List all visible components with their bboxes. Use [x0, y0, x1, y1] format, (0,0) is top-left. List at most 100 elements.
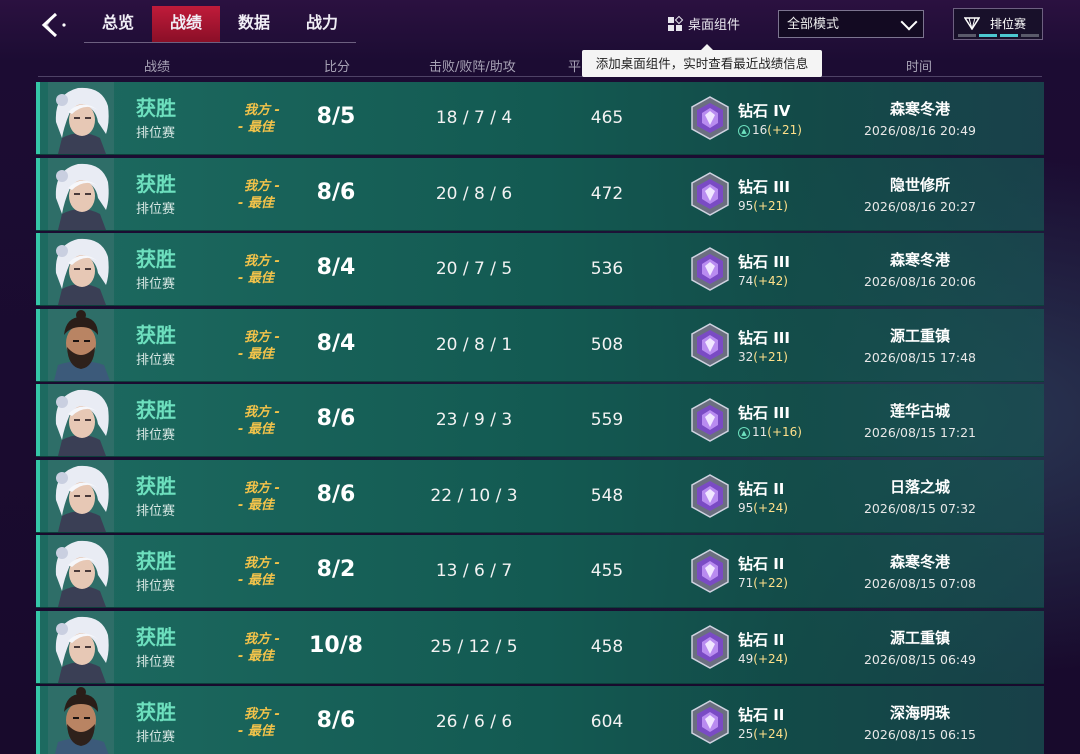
mvp-badge: 我方 -- 最佳: [238, 706, 298, 740]
match-score: 8/6: [316, 406, 356, 431]
points-delta: (+22): [753, 576, 788, 590]
mvp-line1: 我方 -: [244, 480, 280, 496]
match-avg: 455: [590, 561, 624, 581]
match-type: 排位赛: [136, 654, 176, 670]
match-row[interactable]: 获胜 排位赛 我方 -- 最佳 8/6 20 / 8 / 6 472 钻石 III 95(+2…: [36, 157, 1044, 231]
tab-overview[interactable]: 总览: [84, 6, 152, 42]
match-score: 8/2: [316, 557, 356, 582]
match-result: 获胜: [136, 624, 176, 649]
match-avg: 465: [590, 108, 624, 128]
match-avg: 458: [590, 636, 624, 657]
points-value: 16: [752, 123, 768, 137]
tab-records[interactable]: 战绩: [152, 6, 220, 42]
match-time: 2026/08/15 06:15: [863, 727, 977, 742]
back-arrow-icon[interactable]: [36, 10, 72, 40]
mvp-line1: 我方 -: [244, 254, 280, 269]
points-value: 49: [738, 651, 754, 666]
match-result: 获胜: [136, 398, 176, 422]
points-delta: (+24): [753, 651, 788, 666]
points-delta: (+24): [753, 500, 788, 515]
tab-power[interactable]: 战力: [288, 6, 356, 42]
match-row[interactable]: 获胜 排位赛 我方 - - 最佳 8/4 20 / 7 / 5 536 钻石 III 74(+4…: [36, 233, 1044, 306]
map-name: 森寒冬港: [889, 553, 950, 571]
mode-select-value: 全部模式: [787, 17, 840, 32]
match-kda: 25 / 12 / 5: [430, 636, 518, 657]
rank-tier: 钻石 II: [738, 555, 785, 573]
match-avg: 559: [590, 410, 624, 430]
match-score: 8/5: [316, 104, 356, 129]
match-row[interactable]: 获胜 排位赛 我方 -- 最佳 8/6 22 / 10 / 3 548 钻石 II 95(+2…: [36, 459, 1044, 533]
mvp-line2: - 最佳: [238, 648, 274, 664]
rank-tier: 钻石 IV: [738, 102, 791, 120]
ranked-mode-label: 排位赛: [990, 17, 1027, 31]
match-row[interactable]: 获胜 排位赛 我方 - - 最佳 8/6 26 / 6 / 6 604 钻石 II 25(+24…: [36, 686, 1044, 754]
mvp-line2: - 最佳: [238, 346, 274, 362]
col-record: 战绩: [144, 60, 171, 75]
widget-tooltip: 添加桌面组件，实时查看最近战绩信息: [582, 50, 822, 77]
mvp-line2: - 最佳: [238, 497, 274, 513]
mvp-line1: 我方 -: [244, 178, 280, 194]
rank-tier: 钻石 III: [738, 253, 790, 271]
points-value: 95: [738, 500, 754, 515]
match-row[interactable]: 获胜 排位赛 我方 - - 最佳 8/6 23 / 9 / 3 559 钻石 III ▲ 11(+…: [36, 384, 1044, 457]
match-type: 排位赛: [136, 277, 176, 292]
rank-points: 95(+21): [738, 199, 788, 213]
match-avg: 536: [590, 259, 624, 279]
points-delta: (+21): [753, 349, 788, 364]
map-name: 深海明珠: [889, 704, 950, 722]
mvp-badge: 我方 -- 最佳: [238, 631, 298, 665]
match-row[interactable]: 获胜 排位赛 我方 - - 最佳 8/5 18 / 7 / 4 465 钻石 IV ▲ 16(+2…: [36, 82, 1044, 155]
match-time: 2026/08/15 07:32: [863, 500, 977, 516]
rank-tier: 钻石 III: [738, 404, 790, 422]
mvp-line1: 我方 -: [244, 103, 280, 118]
match-result: 获胜: [136, 96, 176, 120]
rank-points: 74(+42): [738, 274, 788, 288]
rank-badge-icon: [690, 96, 730, 140]
mvp-badge: 我方 -- 最佳: [238, 253, 298, 287]
rank-points: 71(+22): [738, 576, 788, 590]
rank-points: 95(+24): [738, 501, 788, 515]
hero-avatar: [48, 157, 114, 230]
mode-select[interactable]: 全部模式: [778, 10, 924, 38]
map-name: 莲华古城: [889, 402, 950, 420]
hero-avatar: [48, 686, 114, 754]
mvp-line1: 我方 -: [244, 707, 280, 722]
match-time: 2026/08/15 06:49: [863, 651, 977, 667]
promotion-icon: ▲: [738, 125, 750, 137]
row-accent: [36, 535, 40, 607]
match-kda: 22 / 10 / 3: [430, 485, 518, 506]
match-kda: 20 / 7 / 5: [435, 259, 513, 279]
match-result: 获胜: [136, 171, 176, 196]
match-score: 8/6: [316, 708, 356, 733]
points-value: 11: [752, 425, 768, 439]
mvp-badge: 我方 -- 最佳: [238, 102, 298, 136]
match-type: 排位赛: [136, 730, 176, 745]
mvp-line2: - 最佳: [238, 195, 274, 211]
row-accent: [36, 308, 40, 381]
match-kda: 26 / 6 / 6: [435, 712, 513, 732]
match-kda: 13 / 6 / 7: [435, 561, 513, 581]
hero-avatar: [48, 308, 114, 381]
rank-badge-icon: [690, 247, 730, 291]
match-time: 2026/08/15 17:48: [863, 349, 977, 365]
mvp-badge: 我方 -- 最佳: [238, 178, 298, 212]
desktop-widget-button[interactable]: 桌面组件: [668, 14, 740, 33]
chevron-down-icon: [900, 13, 918, 31]
rank-tier: 钻石 II: [738, 630, 785, 649]
points-delta: (+16): [767, 425, 802, 439]
match-row[interactable]: 获胜 排位赛 我方 -- 最佳 10/8 25 / 12 / 5 458 钻石 II 49(+…: [36, 610, 1044, 684]
match-type: 排位赛: [136, 503, 176, 519]
match-time: 2026/08/15 17:21: [863, 425, 977, 440]
hero-avatar: [48, 535, 114, 607]
tab-stats[interactable]: 数据: [220, 6, 288, 42]
match-row[interactable]: 获胜 排位赛 我方 -- 最佳 8/4 20 / 8 / 1 508 钻石 III 32(+2…: [36, 308, 1044, 382]
mvp-badge: 我方 -- 最佳: [238, 404, 298, 438]
ranked-mode-button[interactable]: 排位赛: [953, 8, 1043, 40]
match-list[interactable]: 获胜 排位赛 我方 -- 最佳 8/5 18 / 7 / 4 465 钻石 IV ▲ 16(+2…: [36, 82, 1044, 754]
top-bar: 总览 战绩 数据 战力 桌面组件 全部模式 排位赛: [0, 0, 1080, 51]
match-avg: 604: [590, 712, 624, 732]
rank-points: 49(+24): [738, 652, 788, 666]
rank-badge-icon: [690, 473, 730, 518]
match-row[interactable]: 获胜 排位赛 我方 - - 最佳 8/2 13 / 6 / 7 455 钻石 II 71(+22…: [36, 535, 1044, 608]
match-result: 获胜: [136, 322, 176, 347]
